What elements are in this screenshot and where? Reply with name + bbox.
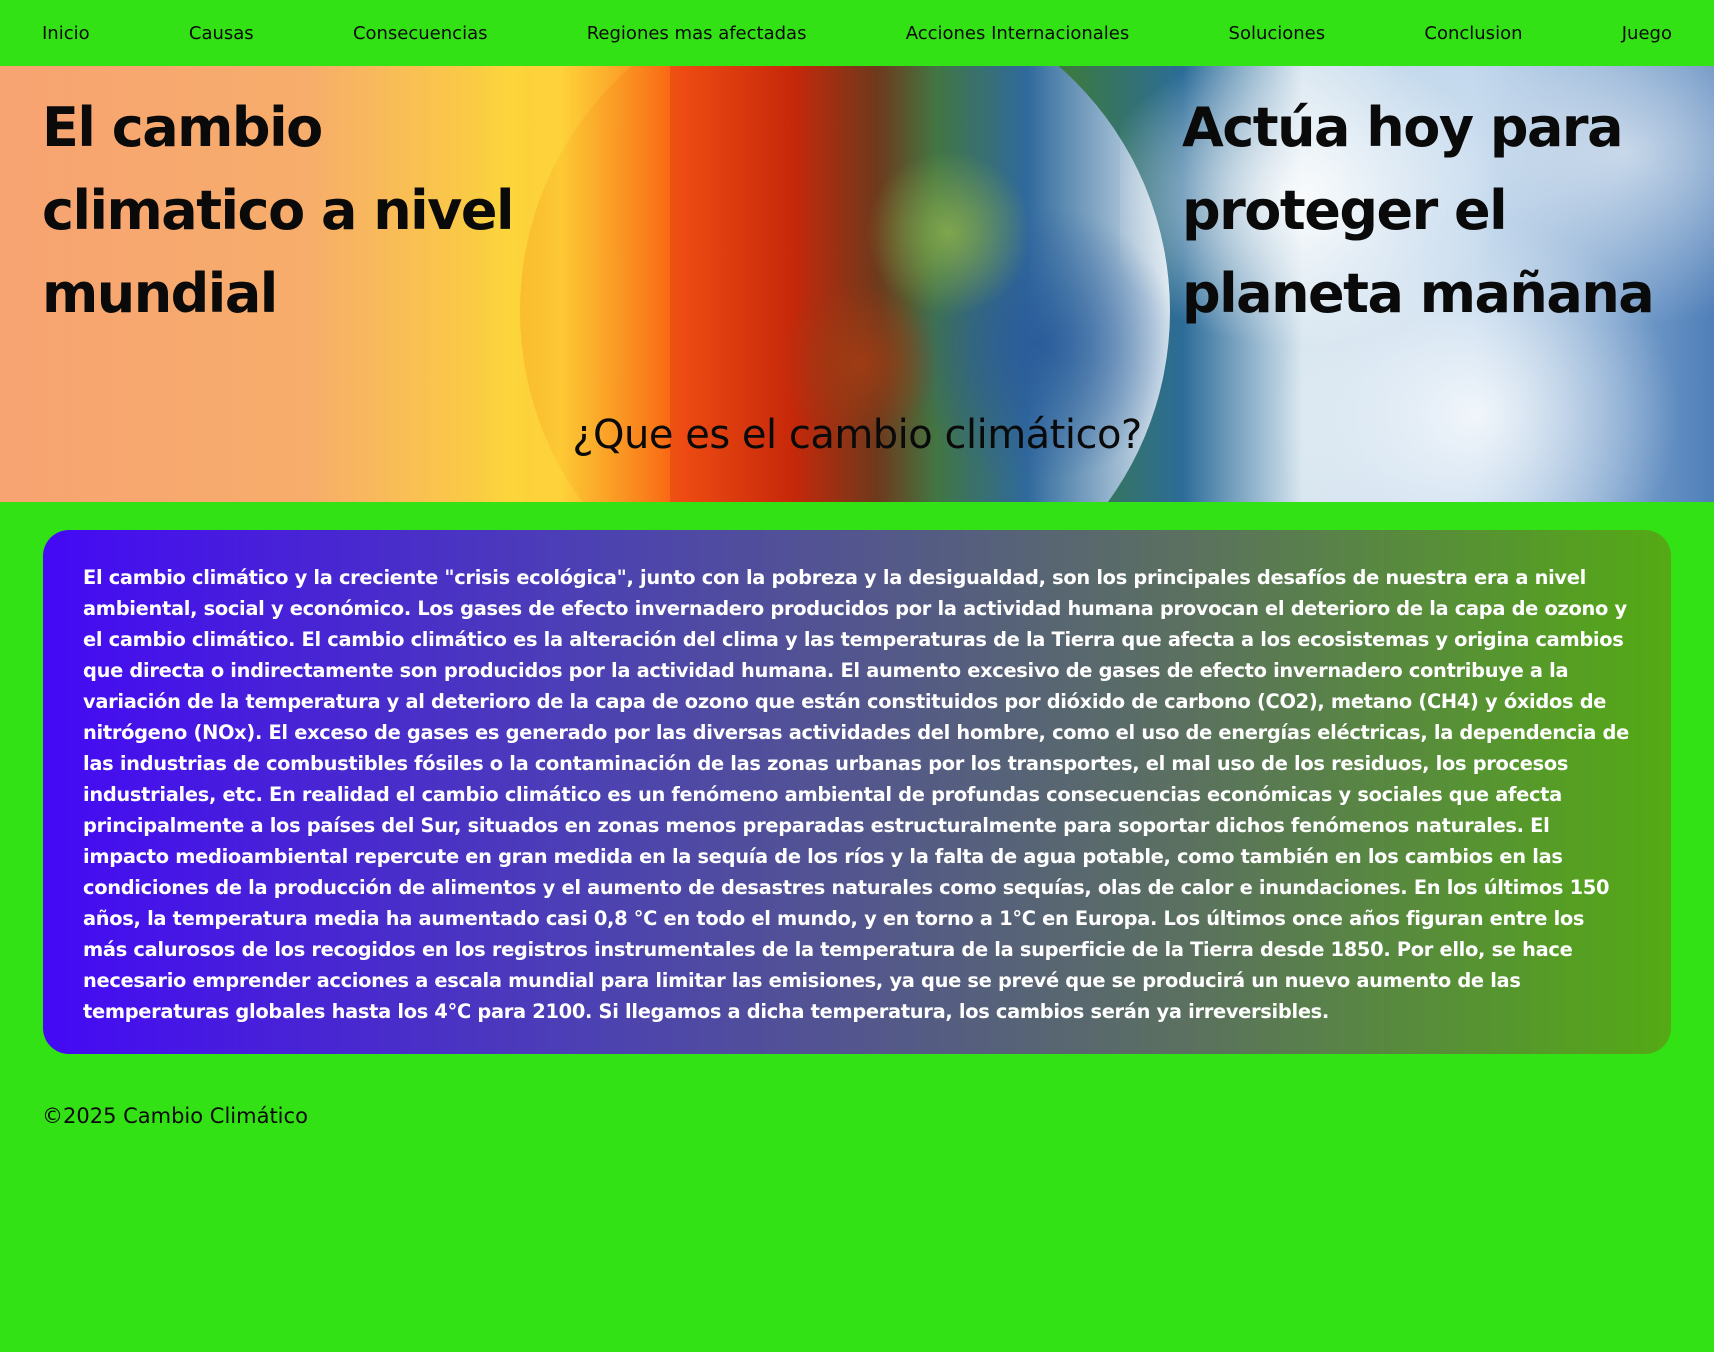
nav-link-consecuencias[interactable]: Consecuencias (353, 23, 488, 44)
top-nav: Inicio Causas Consecuencias Regiones mas… (0, 0, 1714, 66)
hero-title-left: El cambio climatico a nivel mundial (42, 96, 515, 325)
nav-link-inicio[interactable]: Inicio (42, 23, 90, 44)
nav-link-soluciones[interactable]: Soluciones (1229, 23, 1326, 44)
nav-link-acciones[interactable]: Acciones Internacionales (906, 23, 1130, 44)
hero-banner: El cambio climatico a nivel mundial Actú… (0, 66, 1714, 502)
section-heading: ¿Que es el cambio climático? (572, 412, 1142, 458)
footer-copyright: ©2025 Cambio Climático (42, 1104, 308, 1128)
info-card: El cambio climático y la creciente "cris… (43, 530, 1671, 1054)
nav-link-regiones[interactable]: Regiones mas afectadas (587, 23, 807, 44)
nav-link-juego[interactable]: Juego (1622, 23, 1672, 44)
nav-link-causas[interactable]: Causas (189, 23, 254, 44)
nav-link-conclusion[interactable]: Conclusion (1424, 23, 1522, 44)
hero-title-right: Actúa hoy para proteger el planeta mañan… (1182, 96, 1655, 325)
info-paragraph: El cambio climático y la creciente "cris… (83, 566, 1629, 1023)
